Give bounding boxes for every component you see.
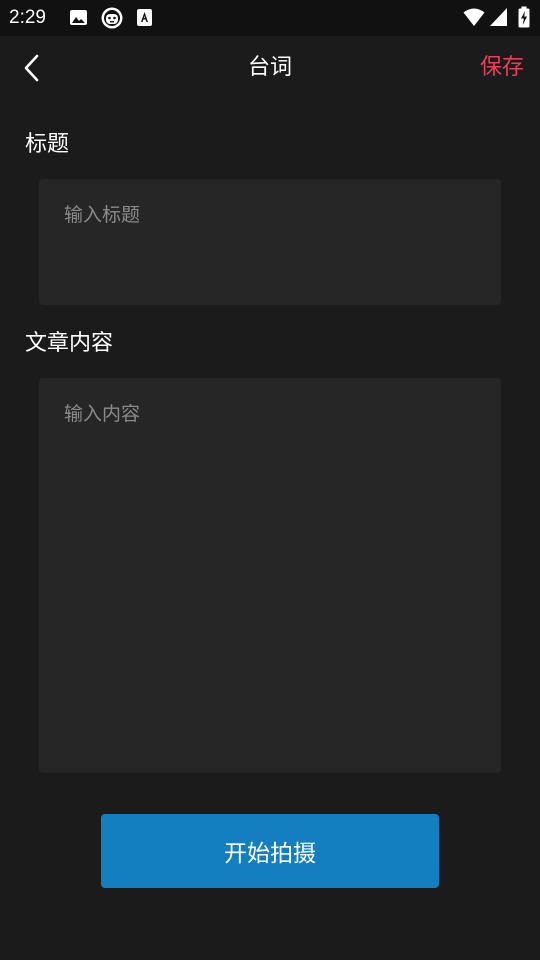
start-recording-button[interactable]: 开始拍摄 [101,814,439,888]
content-label: 文章内容 [25,331,114,356]
cellular-signal-icon [490,8,507,26]
screen: 2:29 台词 保存 标题 输入标题 文章内容 输入内容 开始拍摄 [0,0,540,960]
battery-charging-icon [518,6,530,28]
status-bar: 2:29 [0,0,540,36]
content-input[interactable] [64,400,476,751]
title-input-container [39,179,501,305]
title-input[interactable] [64,201,476,283]
status-time: 2:29 [9,7,46,28]
font-a-icon [137,9,152,26]
title-label: 标题 [25,132,70,157]
content-input-container [39,378,501,773]
page-title: 台词 [247,55,292,80]
save-button[interactable]: 保存 [480,53,524,83]
image-icon [70,10,87,25]
wifi-icon [463,8,485,26]
app-header: 台词 保存 [0,36,540,104]
android-robot-icon [101,7,123,29]
